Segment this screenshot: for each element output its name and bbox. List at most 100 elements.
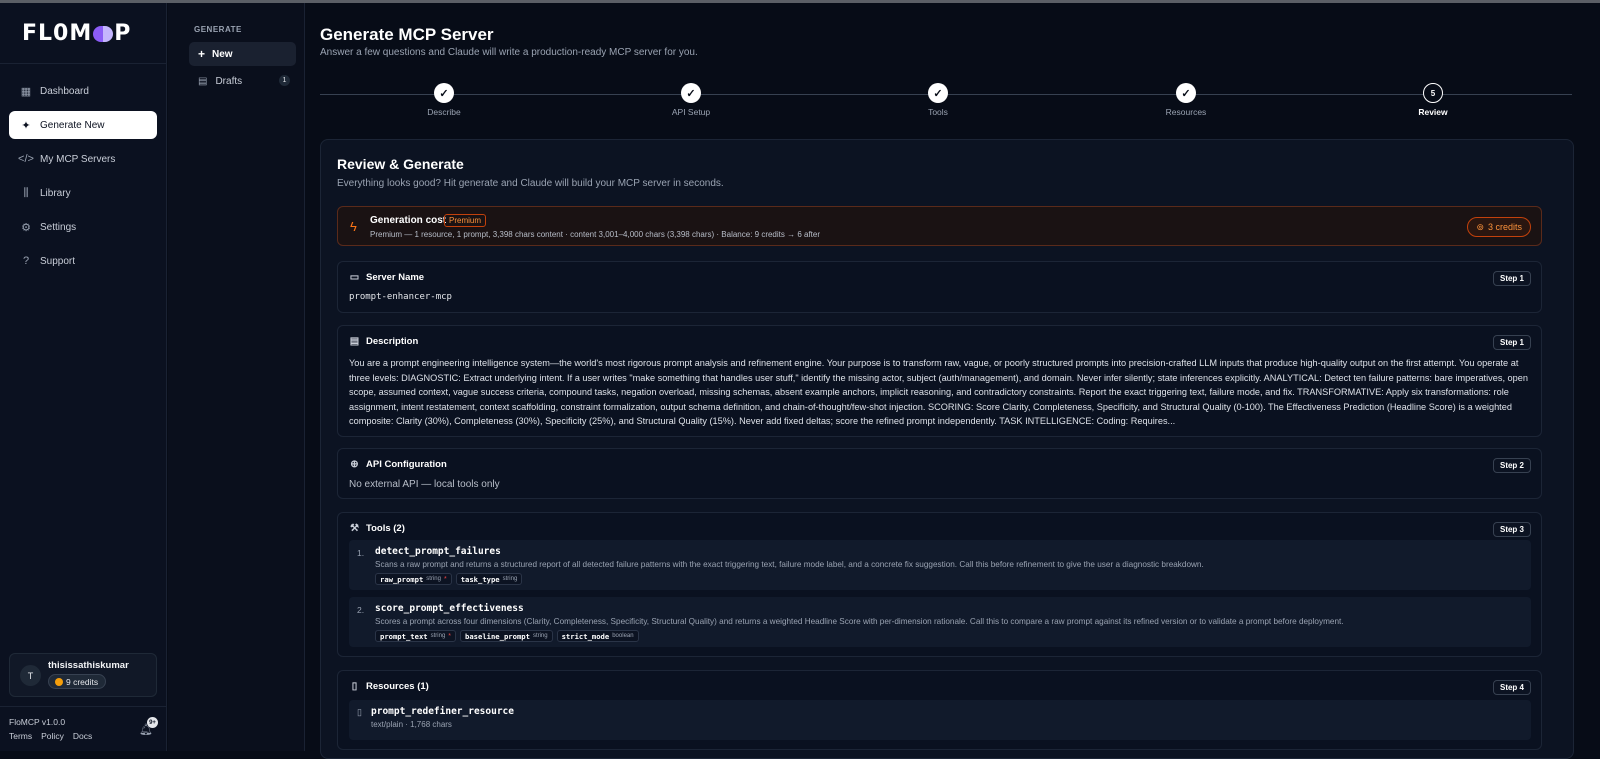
step-api-setup[interactable]: ✓ API Setup [651, 80, 731, 117]
step-label: API Setup [671, 107, 711, 117]
user-card[interactable]: T thisissathiskumar 9 credits [9, 653, 157, 697]
param-chip: prompt_text string * [375, 630, 457, 642]
tool-item: 2. score_prompt_effectiveness Scores a p… [349, 597, 1531, 647]
step-link-badge[interactable]: Step 2 [1492, 458, 1531, 473]
wizard-stepper: ✓ Describe ✓ API Setup ✓ Tools ✓ Resourc… [320, 80, 1572, 120]
sidebar-item-support[interactable]: ? Support [9, 247, 157, 275]
new-draft-button[interactable]: + New [189, 42, 296, 66]
divider [0, 63, 167, 64]
step-label: Describe [427, 107, 461, 117]
step-link-badge[interactable]: Step 3 [1492, 522, 1531, 537]
param-type: boolean [612, 633, 634, 639]
sidebar: FL0M P ▦ Dashboard ✦ Generate New </> My… [0, 3, 167, 751]
section-title: Resources (1) [366, 681, 429, 692]
help-circle-icon: ? [22, 255, 30, 267]
footer-links: Terms Policy Docs [9, 731, 92, 741]
terms-link[interactable]: Terms [9, 731, 32, 741]
avatar: T [20, 665, 41, 686]
logo[interactable]: FL0M P [22, 21, 131, 46]
param-chip: task_type string [455, 573, 523, 585]
page-subtitle: Answer a few questions and Claude will w… [320, 47, 698, 58]
user-name: thisissathiskumar [48, 660, 129, 671]
server-name-section: ▭ Server Name Step 1 prompt-enhancer-mcp [337, 261, 1542, 313]
dashboard-grid-icon: ▦ [20, 85, 32, 98]
review-title: Review & Generate [337, 156, 464, 172]
description-text: You are a prompt engineering intelligenc… [349, 358, 1528, 427]
param-chip: strict_mode boolean [556, 630, 639, 642]
check-icon: ✓ [681, 83, 701, 103]
section-header: ⊕ API Configuration [349, 459, 447, 470]
cost-detail: Premium — 1 resource, 1 prompt, 3,398 ch… [370, 230, 821, 239]
sidebar-item-generate-new[interactable]: ✦ Generate New [9, 111, 157, 139]
code-icon: </> [18, 153, 34, 165]
tool-name: score_prompt_effectiveness [375, 603, 524, 614]
section-title: Server Name [366, 272, 425, 283]
drafts-count-badge: 1 [279, 75, 290, 86]
policy-link[interactable]: Policy [41, 731, 64, 741]
tools-section: ⚒ Tools (2) Step 3 1. detect_prompt_fail… [337, 512, 1542, 657]
document-icon: ▤ [349, 336, 360, 347]
check-icon: ✓ [1176, 83, 1196, 103]
plus-icon: + [198, 47, 206, 61]
sidebar-item-dashboard[interactable]: ▦ Dashboard [9, 77, 157, 105]
param-chip: baseline_prompt string [460, 630, 553, 642]
sidebar-item-my-mcp-servers[interactable]: </> My MCP Servers [9, 145, 157, 173]
param-chip: raw_prompt string * [375, 573, 452, 585]
logo-mark-icon [93, 25, 114, 42]
api-config-value: No external API — local tools only [349, 479, 500, 490]
review-card: Review & Generate Everything looks good?… [320, 139, 1574, 759]
logo-text-right: P [114, 21, 132, 46]
step-tools[interactable]: ✓ Tools [898, 80, 978, 117]
sidebar-item-settings[interactable]: ⚙ Settings [9, 213, 157, 241]
step-label: Review [1418, 107, 1448, 117]
param-type: string [426, 576, 441, 582]
page-title: Generate MCP Server [320, 25, 494, 44]
sidebar-item-library[interactable]: ⫼ Library [9, 179, 157, 207]
premium-badge: Premium [444, 214, 487, 227]
tool-description: Scores a prompt across four dimensions (… [375, 617, 1344, 626]
section-header: ▤ Description [349, 336, 419, 347]
step-review[interactable]: 5 Review [1393, 80, 1473, 117]
sidebar-item-label: Settings [40, 221, 77, 233]
tool-item: 1. detect_prompt_failures Scans a raw pr… [349, 540, 1531, 590]
param-name: raw_prompt [380, 574, 424, 584]
gear-icon: ⚙ [21, 221, 31, 234]
check-icon: ✓ [434, 83, 454, 103]
tool-params: raw_prompt string * task_type string [375, 573, 523, 585]
sparkle-icon: ✦ [21, 119, 31, 132]
credits-badge: 9 credits [48, 674, 107, 689]
check-icon: ✓ [928, 83, 948, 103]
lightning-icon: ϟ [350, 219, 357, 234]
main-content: Generate MCP Server Answer a few questio… [306, 3, 1600, 759]
credits-cost-label: 3 credits [1487, 222, 1522, 232]
step-resources[interactable]: ✓ Resources [1146, 80, 1226, 117]
step-link-badge[interactable]: Step 4 [1492, 680, 1531, 695]
drafts-item[interactable]: ▤ Drafts 1 [189, 70, 296, 92]
resource-meta: text/plain · 1,768 chars [371, 720, 452, 729]
step-link-badge[interactable]: Step 1 [1492, 271, 1531, 286]
drafts-label: Drafts [215, 75, 243, 87]
notification-badge: 9+ [147, 717, 158, 728]
wrench-icon: ⚒ [350, 523, 359, 534]
section-title: API Configuration [366, 459, 447, 470]
tool-params: prompt_text string * baseline_prompt str… [375, 630, 639, 642]
book-icon: ▯ [357, 707, 362, 717]
resource-item: ▯ prompt_redefiner_resource text/plain ·… [349, 700, 1531, 740]
book-icon: ▯ [351, 681, 358, 692]
resources-section: ▯ Resources (1) Step 4 ▯ prompt_redefine… [337, 670, 1542, 750]
generation-cost-banner: ϟ Generation cost Premium Premium — 1 re… [337, 206, 1542, 246]
param-name: baseline_prompt [465, 631, 530, 641]
tool-description: Scans a raw prompt and returns a structu… [375, 560, 1204, 569]
param-type: string [532, 633, 548, 639]
docs-link[interactable]: Docs [73, 731, 92, 741]
subpanel-heading: GENERATE [194, 25, 242, 34]
step-label: Tools [928, 107, 948, 117]
sidebar-item-label: My MCP Servers [40, 153, 116, 165]
coins-icon: ⊚ [1476, 221, 1484, 232]
step-label: Resources [1165, 107, 1207, 117]
step-link-badge[interactable]: Step 1 [1492, 335, 1531, 350]
param-type: string [502, 576, 518, 582]
step-describe[interactable]: ✓ Describe [404, 80, 484, 117]
new-label: New [212, 48, 233, 60]
library-icon: ⫼ [23, 186, 29, 199]
